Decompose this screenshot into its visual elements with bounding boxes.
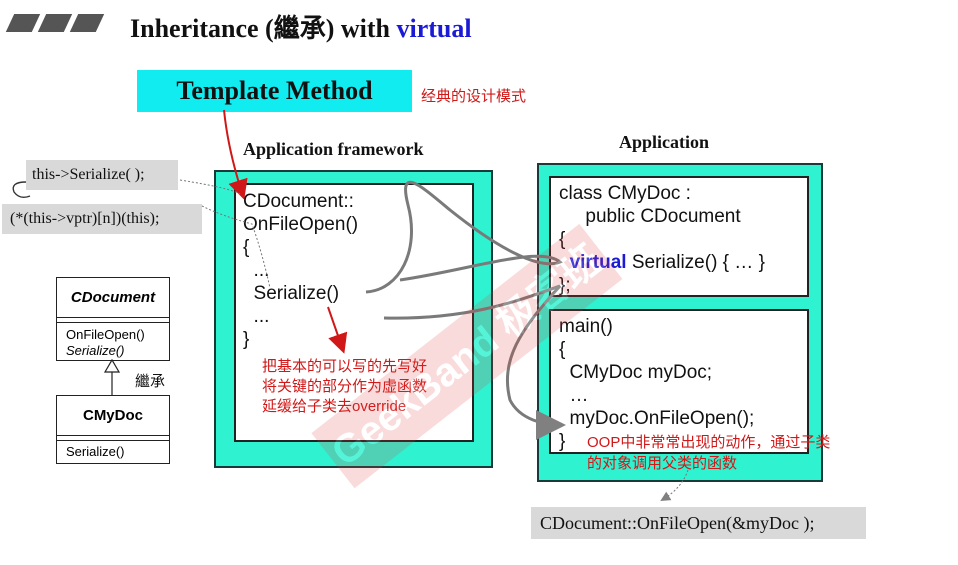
framework-note-arrow xyxy=(327,306,348,354)
template-method-arrow xyxy=(223,109,248,200)
uml-inheritance-arrow xyxy=(103,358,121,395)
curl-icon xyxy=(12,181,31,199)
svg-text:GeekBand 极客班: GeekBand 极客班 xyxy=(324,237,610,474)
dotted-connector-framework xyxy=(201,205,271,289)
dotted-connector-bottom xyxy=(660,469,689,502)
dotted-connector-this xyxy=(179,179,241,195)
diagram-overlay: GeekBand 极客班 xyxy=(12,109,689,502)
watermark: GeekBand 极客班 xyxy=(311,223,623,489)
